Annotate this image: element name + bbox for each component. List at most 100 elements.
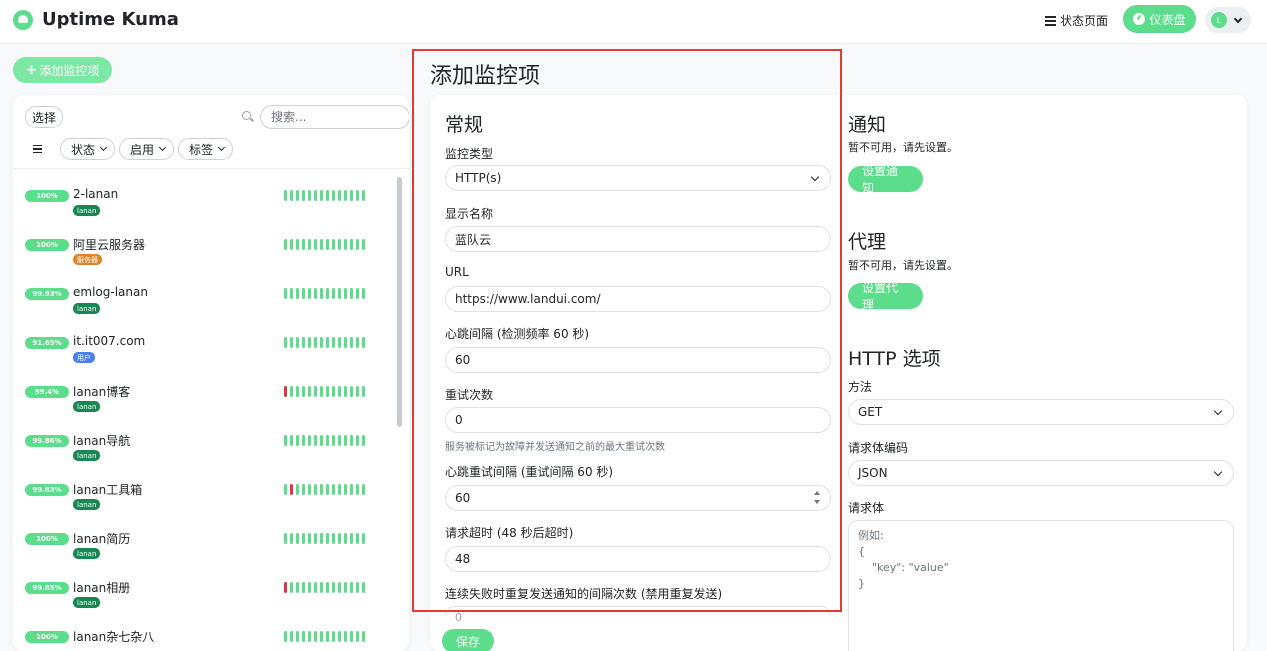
heartbeat-up[interactable] [356, 582, 359, 593]
heartbeat-up[interactable] [290, 337, 293, 348]
heartbeat-up[interactable] [302, 337, 305, 348]
dashboard-button[interactable]: 仪表盘 [1123, 5, 1196, 33]
heartbeat-up[interactable] [344, 582, 347, 593]
heartbeat-up[interactable] [350, 386, 353, 397]
retries-input[interactable]: 0 [445, 407, 831, 433]
heartbeat-up[interactable] [362, 239, 365, 250]
heartbeat-up[interactable] [332, 582, 335, 593]
heartbeat-up[interactable] [314, 239, 317, 250]
heartbeat-up[interactable] [332, 386, 335, 397]
monitor-list-item[interactable]: 99.4% lanan博客 lanan [13, 385, 397, 434]
heartbeat-up[interactable] [314, 190, 317, 201]
heartbeat-up[interactable] [362, 337, 365, 348]
heartbeat-up[interactable] [296, 484, 299, 495]
heartbeat-up[interactable] [296, 288, 299, 299]
heartbeat-up[interactable] [356, 435, 359, 446]
save-button[interactable]: 保存 [442, 629, 494, 651]
heartbeat-up[interactable] [320, 582, 323, 593]
heartbeat-up[interactable] [326, 386, 329, 397]
heartbeat-up[interactable] [302, 631, 305, 642]
heartbeat-up[interactable] [344, 239, 347, 250]
heartbeat-up[interactable] [350, 337, 353, 348]
heartbeat-up[interactable] [296, 435, 299, 446]
monitor-list-item[interactable]: 99.93% emlog-lanan lanan [13, 285, 397, 336]
heartbeat-up[interactable] [302, 190, 305, 201]
heartbeat-up[interactable] [332, 484, 335, 495]
heartbeat-up[interactable] [350, 435, 353, 446]
heartbeat-up[interactable] [284, 631, 287, 642]
heartbeat-up[interactable] [338, 239, 341, 250]
heartbeat-up[interactable] [332, 239, 335, 250]
heartbeat-up[interactable] [290, 190, 293, 201]
heartbeat-up[interactable] [320, 435, 323, 446]
heartbeat-up[interactable] [332, 190, 335, 201]
app-title[interactable]: Uptime Kuma [42, 9, 179, 30]
friendly-name-input[interactable]: 蓝队云 [445, 226, 831, 252]
heartbeat-up[interactable] [296, 239, 299, 250]
heartbeat-up[interactable] [314, 484, 317, 495]
heartbeat-up[interactable] [308, 337, 311, 348]
heartbeat-up[interactable] [362, 484, 365, 495]
heartbeat-up[interactable] [320, 288, 323, 299]
heartbeat-up[interactable] [338, 435, 341, 446]
heartbeat-up[interactable] [290, 533, 293, 544]
heartbeat-up[interactable] [332, 337, 335, 348]
heartbeat-up[interactable] [290, 288, 293, 299]
heartbeat-up[interactable] [290, 435, 293, 446]
heartbeat-up[interactable] [314, 386, 317, 397]
monitor-list-item[interactable]: 100% 阿里云服务器 服务器 [13, 238, 397, 287]
heartbeat-up[interactable] [290, 582, 293, 593]
heartbeat-up[interactable] [296, 631, 299, 642]
heartbeat-up[interactable] [362, 631, 365, 642]
body-textarea[interactable]: 例如: { "key": "value" } [848, 520, 1234, 651]
setup-notification-button[interactable]: 设置通知 [848, 164, 923, 195]
monitor-list-item[interactable]: 99.85% lanan相册 lanan [13, 581, 397, 630]
heartbeat-up[interactable] [284, 288, 287, 299]
heartbeat-up[interactable] [356, 631, 359, 642]
filter-status-button[interactable]: 状态 [60, 138, 116, 160]
interval-input[interactable]: 60 [445, 347, 831, 373]
heartbeat-up[interactable] [356, 484, 359, 495]
heartbeat-up[interactable] [296, 337, 299, 348]
heartbeat-up[interactable] [362, 288, 365, 299]
heartbeat-up[interactable] [320, 337, 323, 348]
heartbeat-up[interactable] [326, 533, 329, 544]
heartbeat-up[interactable] [344, 484, 347, 495]
heartbeat-down[interactable] [290, 484, 293, 495]
heartbeat-up[interactable] [320, 386, 323, 397]
heartbeat-up[interactable] [338, 288, 341, 299]
heartbeat-up[interactable] [296, 386, 299, 397]
filter-active-button[interactable]: 启用 [119, 138, 175, 160]
heartbeat-up[interactable] [302, 582, 305, 593]
heartbeat-up[interactable] [302, 386, 305, 397]
monitor-list-item[interactable]: 100% lanan简历 lanan [13, 532, 397, 581]
heartbeat-up[interactable] [326, 631, 329, 642]
heartbeat-up[interactable] [296, 533, 299, 544]
filter-tags-button[interactable]: 标签 [178, 138, 234, 160]
setup-proxy-button[interactable]: 设置代理 [848, 281, 923, 312]
heartbeat-up[interactable] [302, 435, 305, 446]
heartbeat-up[interactable] [290, 631, 293, 642]
heartbeat-up[interactable] [302, 533, 305, 544]
retry-interval-input[interactable]: 60 [445, 485, 831, 511]
heartbeat-up[interactable] [362, 582, 365, 593]
heartbeat-up[interactable] [284, 533, 287, 544]
heartbeat-up[interactable] [344, 386, 347, 397]
heartbeat-up[interactable] [344, 288, 347, 299]
heartbeat-up[interactable] [314, 631, 317, 642]
heartbeat-up[interactable] [284, 337, 287, 348]
heartbeat-up[interactable] [332, 631, 335, 642]
heartbeat-up[interactable] [344, 435, 347, 446]
heartbeat-up[interactable] [284, 239, 287, 250]
heartbeat-up[interactable] [296, 190, 299, 201]
monitor-type-select[interactable]: HTTP(s) [445, 165, 831, 191]
url-input[interactable]: https://www.landui.com/ [445, 286, 831, 312]
heartbeat-up[interactable] [338, 631, 341, 642]
monitor-list-item[interactable]: 100% 2-lanan lanan [13, 187, 397, 238]
uptime-kuma-logo-icon[interactable] [13, 10, 33, 30]
heartbeat-up[interactable] [290, 386, 293, 397]
heartbeat-up[interactable] [338, 337, 341, 348]
heartbeat-up[interactable] [338, 190, 341, 201]
heartbeat-up[interactable] [284, 435, 287, 446]
select-button[interactable]: 选择 [25, 106, 64, 128]
